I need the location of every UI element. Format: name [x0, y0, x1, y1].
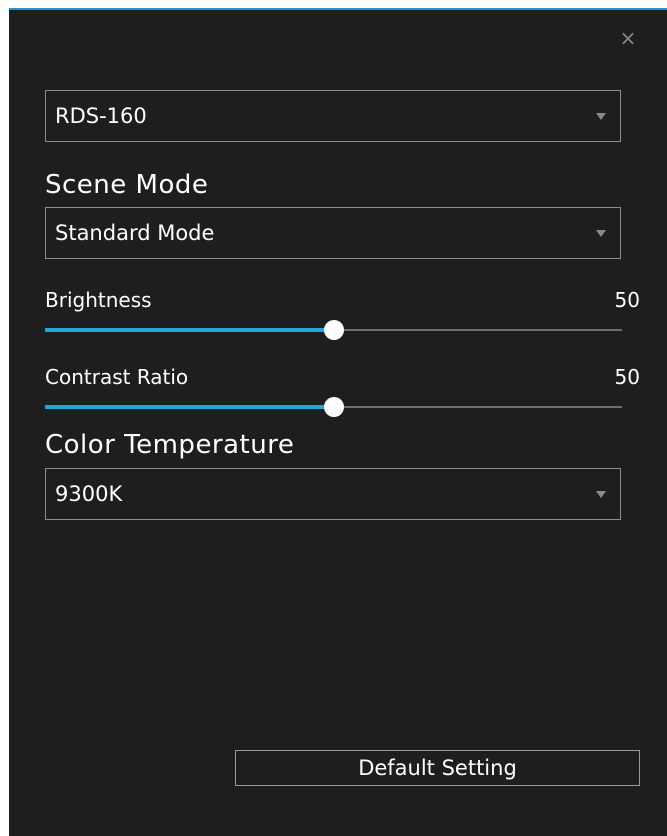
contrast-ratio-slider[interactable]	[45, 397, 622, 417]
device-select-value: RDS-160	[55, 104, 147, 128]
chevron-down-icon	[596, 113, 606, 120]
default-setting-button[interactable]: Default Setting	[235, 750, 640, 786]
scene-mode-select-value: Standard Mode	[55, 221, 215, 245]
brightness-slider-fill	[45, 328, 334, 332]
close-icon[interactable]: ×	[618, 28, 638, 48]
brightness-slider[interactable]	[45, 320, 622, 340]
color-temperature-select-value: 9300K	[55, 482, 123, 506]
scene-mode-select[interactable]: Standard Mode	[45, 207, 621, 259]
settings-window: × RDS-160 Scene Mode Standard Mode Brigh…	[9, 8, 667, 836]
contrast-ratio-value: 50	[614, 365, 640, 389]
color-temperature-heading: Color Temperature	[45, 430, 295, 460]
chevron-down-icon	[596, 491, 606, 498]
brightness-slider-thumb[interactable]	[323, 320, 344, 340]
brightness-label: Brightness	[45, 288, 152, 312]
scene-mode-heading: Scene Mode	[45, 170, 209, 200]
contrast-slider-fill	[45, 405, 334, 409]
contrast-ratio-label: Contrast Ratio	[45, 365, 189, 389]
contrast-slider-thumb[interactable]	[323, 397, 344, 417]
color-temperature-select[interactable]: 9300K	[45, 468, 621, 520]
chevron-down-icon	[596, 230, 606, 237]
device-select[interactable]: RDS-160	[45, 90, 621, 142]
brightness-value: 50	[614, 288, 640, 312]
